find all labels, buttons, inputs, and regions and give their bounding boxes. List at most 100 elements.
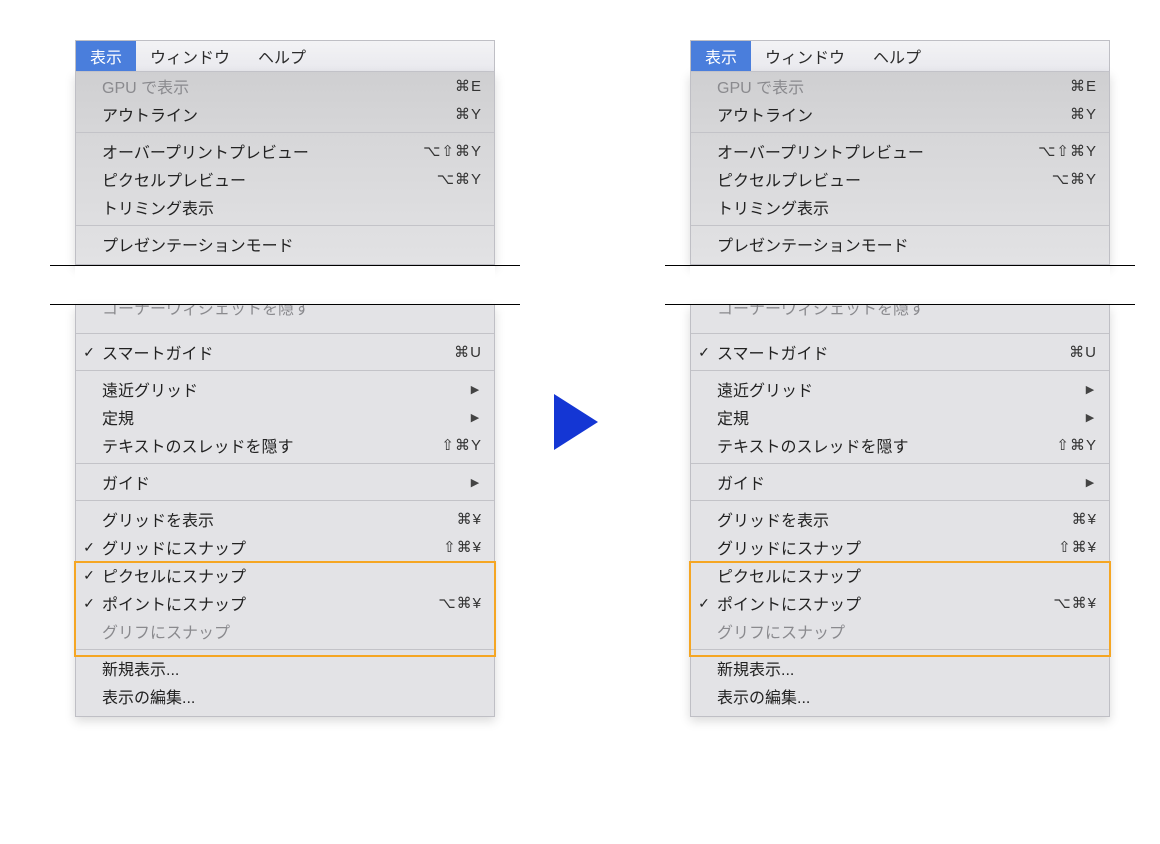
label: ガイド [717, 470, 1079, 494]
menu-item-pixel-preview[interactable]: ピクセルプレビュー ⌥⌘Y [691, 165, 1109, 193]
label: テキストのスレッドを隠す [717, 433, 1056, 457]
menu-item-guides[interactable]: ガイド ▶ [76, 468, 494, 496]
menu-item-presentation[interactable]: プレゼンテーションモード [691, 230, 1109, 258]
label: オーバープリントプレビュー [717, 139, 1038, 163]
menu-item-show-grid[interactable]: グリッドを表示 ⌘¥ [76, 505, 494, 533]
menu-window[interactable]: ウィンドウ [751, 41, 859, 71]
view-menu-top: GPU で表示 ⌘E アウトライン ⌘Y オーバープリントプレビュー ⌥⇧⌘Y … [75, 72, 495, 265]
label: ガイド [102, 470, 464, 494]
menu-item-perspective-grid[interactable]: 遠近グリッド ▶ [76, 375, 494, 403]
shortcut: ⌥⌘¥ [438, 594, 482, 612]
shortcut: ⇧⌘¥ [443, 538, 482, 556]
shortcut: ⌥⇧⌘Y [423, 142, 482, 160]
menu-item-hide-text-threads[interactable]: テキストのスレッドを隠す ⇧⌘Y [76, 431, 494, 459]
menu-item-snap-to-glyph[interactable]: グリフにスナップ [76, 617, 494, 645]
shortcut: ⌥⇧⌘Y [1038, 142, 1097, 160]
menu-item-outline[interactable]: アウトライン ⌘Y [691, 100, 1109, 128]
shortcut: ⌥⌘Y [437, 170, 482, 188]
view-menu-bottom: コーナーウィジェットを隠す ✓ スマートガイド ⌘U 遠近グリッド ▶ 定規 ▶ [75, 305, 495, 717]
menubar: 表示 ウィンドウ ヘルプ [690, 40, 1110, 72]
menu-item-pixel-preview[interactable]: ピクセルプレビュー ⌥⌘Y [76, 165, 494, 193]
label: トリミング表示 [102, 195, 482, 219]
separator [76, 370, 494, 371]
menu-item-smart-guides[interactable]: ✓ スマートガイド ⌘U [76, 338, 494, 366]
shortcut: ⌘Y [1070, 105, 1097, 123]
label: 遠近グリッド [102, 377, 464, 401]
menu-item-smart-guides[interactable]: ✓ スマートガイド ⌘U [691, 338, 1109, 366]
menu-item-snap-to-grid[interactable]: ✓ グリッドにスナップ ⇧⌘¥ [76, 533, 494, 561]
menu-item-edit-views[interactable]: 表示の編集... [76, 682, 494, 710]
separator [76, 500, 494, 501]
shortcut: ⌘U [454, 343, 482, 361]
label: スマートガイド [717, 340, 1069, 364]
menu-item-overprint[interactable]: オーバープリントプレビュー ⌥⇧⌘Y [691, 137, 1109, 165]
menu-help[interactable]: ヘルプ [244, 41, 320, 71]
separator [691, 500, 1109, 501]
transition-arrow-icon [554, 394, 598, 450]
menu-item-snap-to-grid[interactable]: グリッドにスナップ ⇧⌘¥ [691, 533, 1109, 561]
label: コーナーウィジェットを隠す [102, 305, 310, 319]
menu-item-new-view[interactable]: 新規表示... [76, 654, 494, 682]
menu-item-rulers[interactable]: 定規 ▶ [76, 403, 494, 431]
separator [76, 132, 494, 133]
separator [691, 649, 1109, 650]
label: アウトライン [102, 102, 455, 126]
menu-help[interactable]: ヘルプ [859, 41, 935, 71]
separator [691, 370, 1109, 371]
label: オーバープリントプレビュー [102, 139, 423, 163]
label: ピクセルプレビュー [717, 167, 1052, 191]
separator [691, 132, 1109, 133]
shortcut: ⌥⌘¥ [1053, 594, 1097, 612]
label: プレゼンテーションモード [102, 232, 482, 256]
menu-item-corner-widget-cut: コーナーウィジェットを隠す [691, 305, 1109, 329]
shortcut: ⌘U [1069, 343, 1097, 361]
menu-item-edit-views[interactable]: 表示の編集... [691, 682, 1109, 710]
panel-after: 表示 ウィンドウ ヘルプ GPU で表示 ⌘E アウトライン ⌘Y オーバープリ… [690, 40, 1110, 717]
label: ピクセルプレビュー [102, 167, 437, 191]
shortcut: ⌥⌘Y [1052, 170, 1097, 188]
submenu-arrow-icon: ▶ [468, 476, 482, 489]
label: アウトライン [717, 102, 1070, 126]
check-icon: ✓ [691, 344, 717, 361]
submenu-arrow-icon: ▶ [1083, 476, 1097, 489]
menu-item-outline[interactable]: アウトライン ⌘Y [76, 100, 494, 128]
check-icon: ✓ [76, 595, 102, 612]
label: ポイントにスナップ [102, 591, 438, 615]
menu-item-guides[interactable]: ガイド ▶ [691, 468, 1109, 496]
menu-item-overprint[interactable]: オーバープリントプレビュー ⌥⇧⌘Y [76, 137, 494, 165]
menu-item-presentation[interactable]: プレゼンテーションモード [76, 230, 494, 258]
menu-item-show-grid[interactable]: グリッドを表示 ⌘¥ [691, 505, 1109, 533]
menu-item-snap-to-glyph[interactable]: グリフにスナップ [691, 617, 1109, 645]
separator [76, 649, 494, 650]
menu-item-snap-to-point[interactable]: ✓ ポイントにスナップ ⌥⌘¥ [691, 589, 1109, 617]
menu-view[interactable]: 表示 [691, 41, 751, 71]
label: ポイントにスナップ [717, 591, 1053, 615]
menu-item-trim-view[interactable]: トリミング表示 [76, 193, 494, 221]
submenu-arrow-icon: ▶ [468, 411, 482, 424]
label: ピクセルにスナップ [102, 563, 482, 587]
check-icon: ✓ [76, 567, 102, 584]
menu-item-snap-to-pixel[interactable]: ✓ ピクセルにスナップ [76, 561, 494, 589]
menu-item-hide-text-threads[interactable]: テキストのスレッドを隠す ⇧⌘Y [691, 431, 1109, 459]
check-icon: ✓ [76, 539, 102, 556]
shortcut: ⇧⌘¥ [1058, 538, 1097, 556]
label: 新規表示... [102, 656, 482, 680]
shortcut: ⌘¥ [1072, 510, 1097, 528]
label: グリッドにスナップ [717, 535, 1058, 559]
label: グリッドを表示 [102, 507, 457, 531]
view-menu-top: GPU で表示 ⌘E アウトライン ⌘Y オーバープリントプレビュー ⌥⇧⌘Y … [690, 72, 1110, 265]
menu-window[interactable]: ウィンドウ [136, 41, 244, 71]
separator [691, 463, 1109, 464]
menu-item-rulers[interactable]: 定規 ▶ [691, 403, 1109, 431]
menu-item-snap-to-point[interactable]: ✓ ポイントにスナップ ⌥⌘¥ [76, 589, 494, 617]
menu-view[interactable]: 表示 [76, 41, 136, 71]
menu-item-gpu-preview[interactable]: GPU で表示 ⌘E [76, 72, 494, 100]
menu-item-new-view[interactable]: 新規表示... [691, 654, 1109, 682]
menu-item-snap-to-pixel[interactable]: ピクセルにスナップ [691, 561, 1109, 589]
menu-item-gpu-preview[interactable]: GPU で表示 ⌘E [691, 72, 1109, 100]
label: GPU で表示 [717, 74, 1070, 98]
menu-item-trim-view[interactable]: トリミング表示 [691, 193, 1109, 221]
label: 表示の編集... [102, 684, 482, 708]
menu-item-perspective-grid[interactable]: 遠近グリッド ▶ [691, 375, 1109, 403]
shortcut: ⌘E [1070, 77, 1097, 95]
